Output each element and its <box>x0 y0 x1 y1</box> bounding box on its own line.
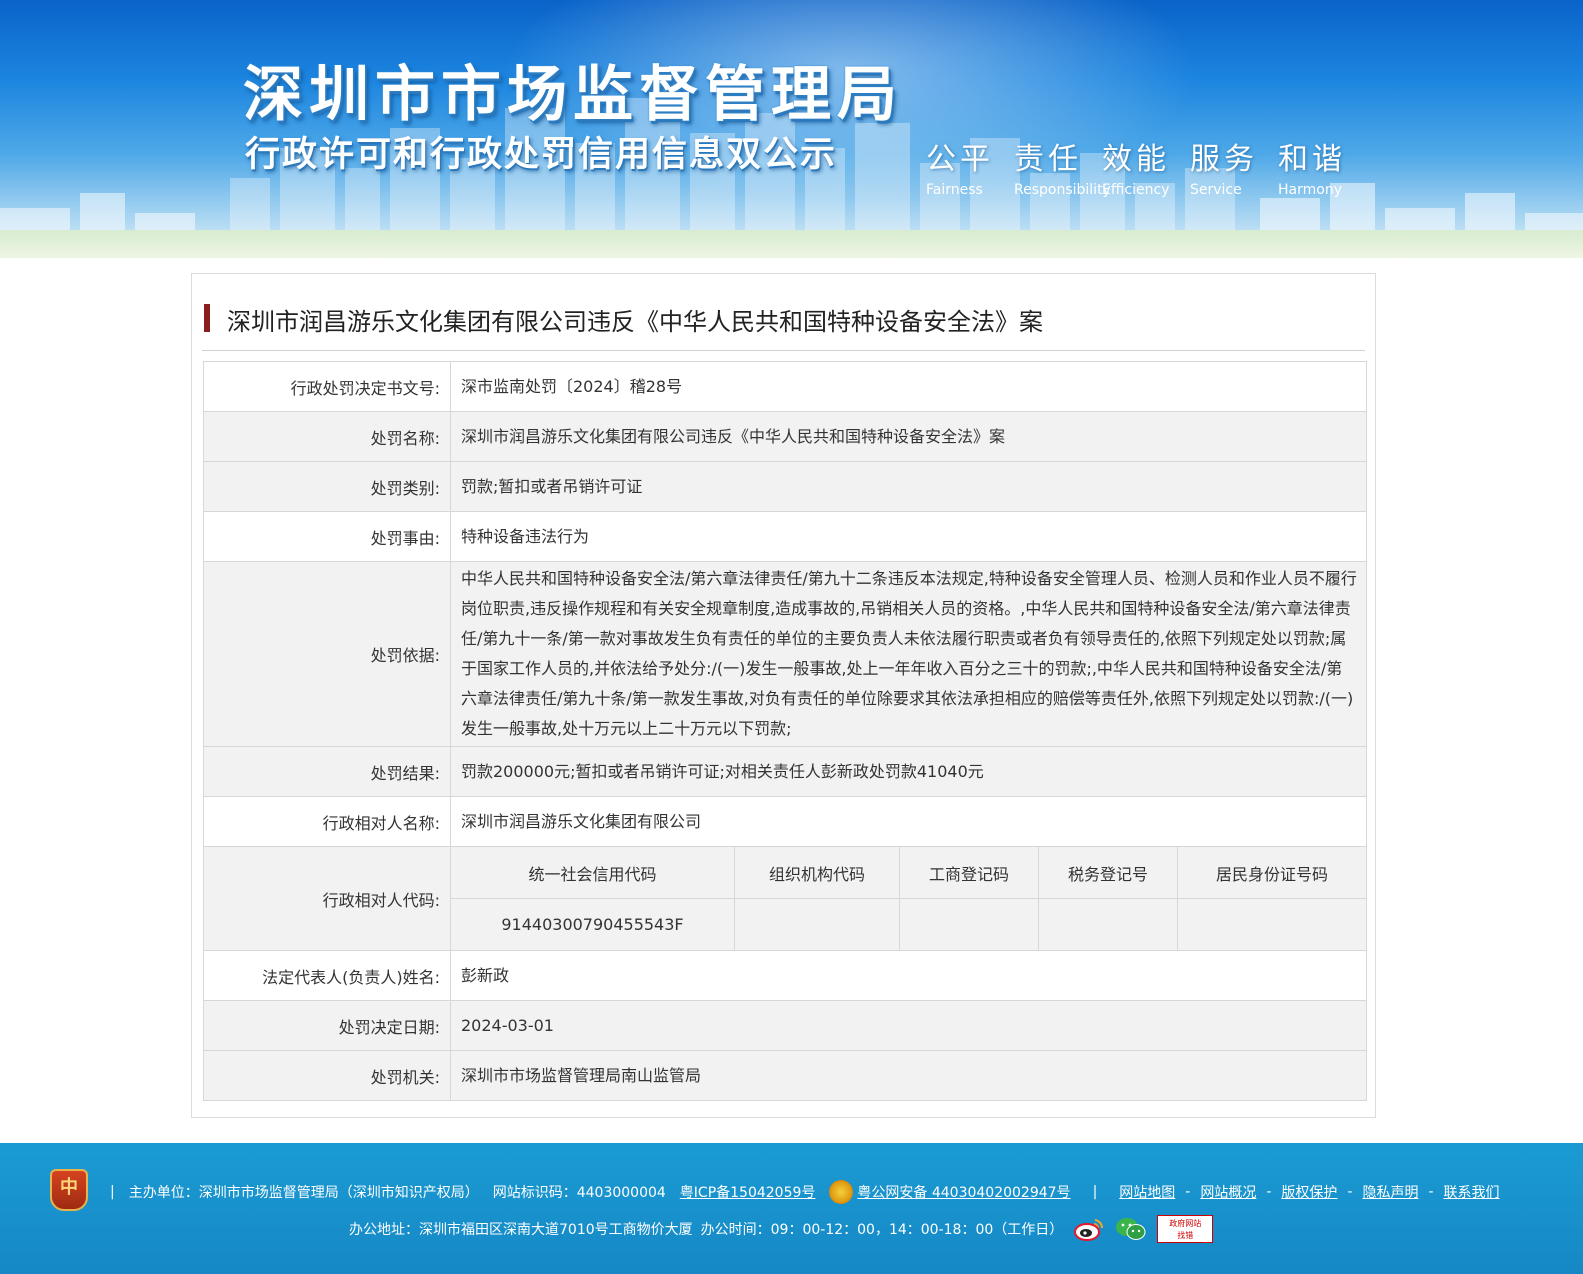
slogan-responsibility: 责任 Responsibility <box>1014 134 1111 198</box>
value-penalty-name: 深圳市润昌游乐文化集团有限公司违反《中华人民共和国特种设备安全法》案 <box>450 411 1367 462</box>
value-id-card-no <box>1177 898 1366 950</box>
value-legal-rep: 彭新政 <box>450 950 1367 1001</box>
slogan-cn: 责任 <box>1014 142 1082 177</box>
weibo-icon[interactable] <box>1073 1216 1105 1242</box>
header-id-card-no: 居民身份证号码 <box>1177 847 1366 899</box>
row-authority: 处罚机关: 深圳市市场监督管理局南山监管局 <box>203 1050 1367 1101</box>
row-decision-date: 处罚决定日期: 2024-03-01 <box>203 1000 1367 1051</box>
label-party-code: 行政相对人代码: <box>203 846 451 951</box>
label-decision-date: 处罚决定日期: <box>203 1000 451 1051</box>
label-party-name: 行政相对人名称: <box>203 796 451 847</box>
party-code-table: 统一社会信用代码 组织机构代码 工商登记码 税务登记号 居民身份证号码 9144… <box>451 847 1366 950</box>
link-privacy[interactable]: 隐私声明 <box>1362 1182 1418 1202</box>
footer-row-address: 办公地址：深圳市福田区深南大道7010号工商物价大厦 办公时间：09：00-12… <box>349 1215 1214 1243</box>
title-accent-bar <box>204 304 210 332</box>
link-copyright[interactable]: 版权保护 <box>1281 1182 1337 1202</box>
value-penalty-reason: 特种设备违法行为 <box>450 511 1367 562</box>
value-org-code <box>734 898 900 950</box>
slogan-cn: 服务 <box>1190 142 1258 177</box>
link-separator: - <box>1347 1184 1353 1200</box>
case-detail-card: 深圳市润昌游乐文化集团有限公司违反《中华人民共和国特种设备安全法》案 行政处罚决… <box>191 273 1376 1118</box>
link-site-overview[interactable]: 网站概况 <box>1200 1182 1256 1202</box>
footer-site-id: 网站标识码：4403000004 <box>492 1185 666 1201</box>
emblem-text: 中 <box>60 1177 78 1198</box>
header-org-code: 组织机构代码 <box>734 847 900 899</box>
label-penalty-result: 处罚结果: <box>203 746 451 797</box>
slogan-cn: 效能 <box>1102 142 1170 177</box>
header-credit-code: 统一社会信用代码 <box>451 847 735 899</box>
site-title: 深圳市市场监督管理局 <box>243 60 903 130</box>
row-penalty-type: 处罚类别: 罚款;暂扣或者吊销许可证 <box>203 461 1367 512</box>
slogan-group: 公平 Fairness 责任 Responsibility 效能 Efficie… <box>926 134 1366 198</box>
gov-website-badge-icon[interactable]: 政府网站 找错 <box>1157 1215 1214 1243</box>
value-party-name: 深圳市润昌游乐文化集团有限公司 <box>450 796 1367 847</box>
row-legal-rep: 法定代表人(负责人)姓名: 彭新政 <box>203 950 1367 1001</box>
link-separator: - <box>1266 1184 1272 1200</box>
slogan-harmony: 和谐 Harmony <box>1278 134 1366 198</box>
label-decision-no: 行政处罚决定书文号: <box>203 361 451 412</box>
slogan-fairness: 公平 Fairness <box>926 134 1014 198</box>
emblem-icon: 中 <box>50 1169 88 1211</box>
value-decision-no: 深市监南处罚〔2024〕稽28号 <box>450 361 1367 412</box>
value-penalty-result: 罚款200000元;暂扣或者吊销许可证;对相关责任人彭新政处罚款41040元 <box>450 746 1367 797</box>
case-info-table: 行政处罚决定书文号: 深市监南处罚〔2024〕稽28号 处罚名称: 深圳市润昌游… <box>203 361 1367 1101</box>
footer-address: 办公地址：深圳市福田区深南大道7010号工商物价大厦 <box>349 1222 693 1238</box>
label-penalty-reason: 处罚事由: <box>203 511 451 562</box>
case-title: 深圳市润昌游乐文化集团有限公司违反《中华人民共和国特种设备安全法》案 <box>202 302 1365 351</box>
row-party-name: 行政相对人名称: 深圳市润昌游乐文化集团有限公司 <box>203 796 1367 847</box>
site-banner: 深圳市市场监督管理局 行政许可和行政处罚信用信息双公示 公平 Fairness … <box>0 0 1583 258</box>
row-decision-no: 行政处罚决定书文号: 深市监南处罚〔2024〕稽28号 <box>203 361 1367 412</box>
label-penalty-type: 处罚类别: <box>203 461 451 512</box>
gov-badge-line2: 找错 <box>1177 1231 1194 1240</box>
party-code-cell: 统一社会信用代码 组织机构代码 工商登记码 税务登记号 居民身份证号码 9144… <box>450 846 1367 951</box>
site-footer: 中 | 主办单位：深圳市市场监督管理局（深圳市知识产权局） 网站标识码：4403… <box>0 1143 1583 1274</box>
slogan-cn: 公平 <box>926 142 994 177</box>
label-penalty-name: 处罚名称: <box>203 411 451 462</box>
value-penalty-basis: 中华人民共和国特种设备安全法/第六章法律责任/第九十二条违反本法规定,特种设备安… <box>450 561 1367 747</box>
wechat-icon[interactable] <box>1115 1216 1147 1242</box>
banner-ground <box>0 230 1583 258</box>
police-record-link[interactable]: 粤公网安备 44030402002947号 <box>857 1182 1070 1202</box>
label-authority: 处罚机关: <box>203 1050 451 1101</box>
case-title-text: 深圳市润昌游乐文化集团有限公司违反《中华人民共和国特种设备安全法》案 <box>227 308 1043 336</box>
value-business-reg-code <box>899 898 1039 950</box>
slogan-en: Service <box>1190 182 1242 198</box>
row-penalty-reason: 处罚事由: 特种设备违法行为 <box>203 511 1367 562</box>
footer-divider: | <box>1092 1184 1098 1200</box>
icp-link[interactable]: 粤ICP备15042059号 <box>680 1182 816 1202</box>
footer-divider: | <box>110 1184 115 1200</box>
value-decision-date: 2024-03-01 <box>450 1000 1367 1051</box>
party-code-header-row: 统一社会信用代码 组织机构代码 工商登记码 税务登记号 居民身份证号码 <box>451 847 1366 899</box>
link-sitemap[interactable]: 网站地图 <box>1119 1182 1175 1202</box>
value-authority: 深圳市市场监督管理局南山监管局 <box>450 1050 1367 1101</box>
slogan-en: Responsibility <box>1014 182 1111 198</box>
link-contact[interactable]: 联系我们 <box>1444 1182 1500 1202</box>
label-legal-rep: 法定代表人(负责人)姓名: <box>203 950 451 1001</box>
row-penalty-basis: 处罚依据: 中华人民共和国特种设备安全法/第六章法律责任/第九十二条违反本法规定… <box>203 561 1367 747</box>
row-penalty-result: 处罚结果: 罚款200000元;暂扣或者吊销许可证;对相关责任人彭新政处罚款41… <box>203 746 1367 797</box>
slogan-efficiency: 效能 Efficiency <box>1102 134 1190 198</box>
value-penalty-type: 罚款;暂扣或者吊销许可证 <box>450 461 1367 512</box>
slogan-en: Efficiency <box>1102 182 1170 198</box>
slogan-en: Fairness <box>926 182 983 198</box>
row-penalty-name: 处罚名称: 深圳市润昌游乐文化集团有限公司违反《中华人民共和国特种设备安全法》案 <box>203 411 1367 462</box>
site-subtitle: 行政许可和行政处罚信用信息双公示 <box>245 135 838 175</box>
link-separator: - <box>1428 1184 1434 1200</box>
slogan-cn: 和谐 <box>1278 142 1346 177</box>
link-separator: - <box>1185 1184 1191 1200</box>
value-tax-reg-no <box>1038 898 1178 950</box>
slogan-service: 服务 Service <box>1190 134 1278 198</box>
party-code-value-row: 91440300790455543F <box>451 898 1366 950</box>
header-business-reg-code: 工商登记码 <box>899 847 1039 899</box>
gov-badge-line1: 政府网站 <box>1169 1219 1202 1228</box>
footer-hours: 办公时间：09：00-12：00，14：00-18：00（工作日） <box>700 1222 1064 1238</box>
label-penalty-basis: 处罚依据: <box>203 561 451 747</box>
row-party-code: 行政相对人代码: 统一社会信用代码 组织机构代码 工商登记码 税务登记号 居民身… <box>203 846 1367 951</box>
footer-sponsor: 主办单位：深圳市市场监督管理局（深圳市知识产权局） <box>128 1185 479 1201</box>
footer-row-info: | 主办单位：深圳市市场监督管理局（深圳市知识产权局） 网站标识码：440300… <box>110 1180 1500 1204</box>
value-credit-code: 91440300790455543F <box>451 898 735 950</box>
header-tax-reg-no: 税务登记号 <box>1038 847 1178 899</box>
police-badge-icon <box>829 1180 854 1204</box>
slogan-en: Harmony <box>1278 182 1342 198</box>
